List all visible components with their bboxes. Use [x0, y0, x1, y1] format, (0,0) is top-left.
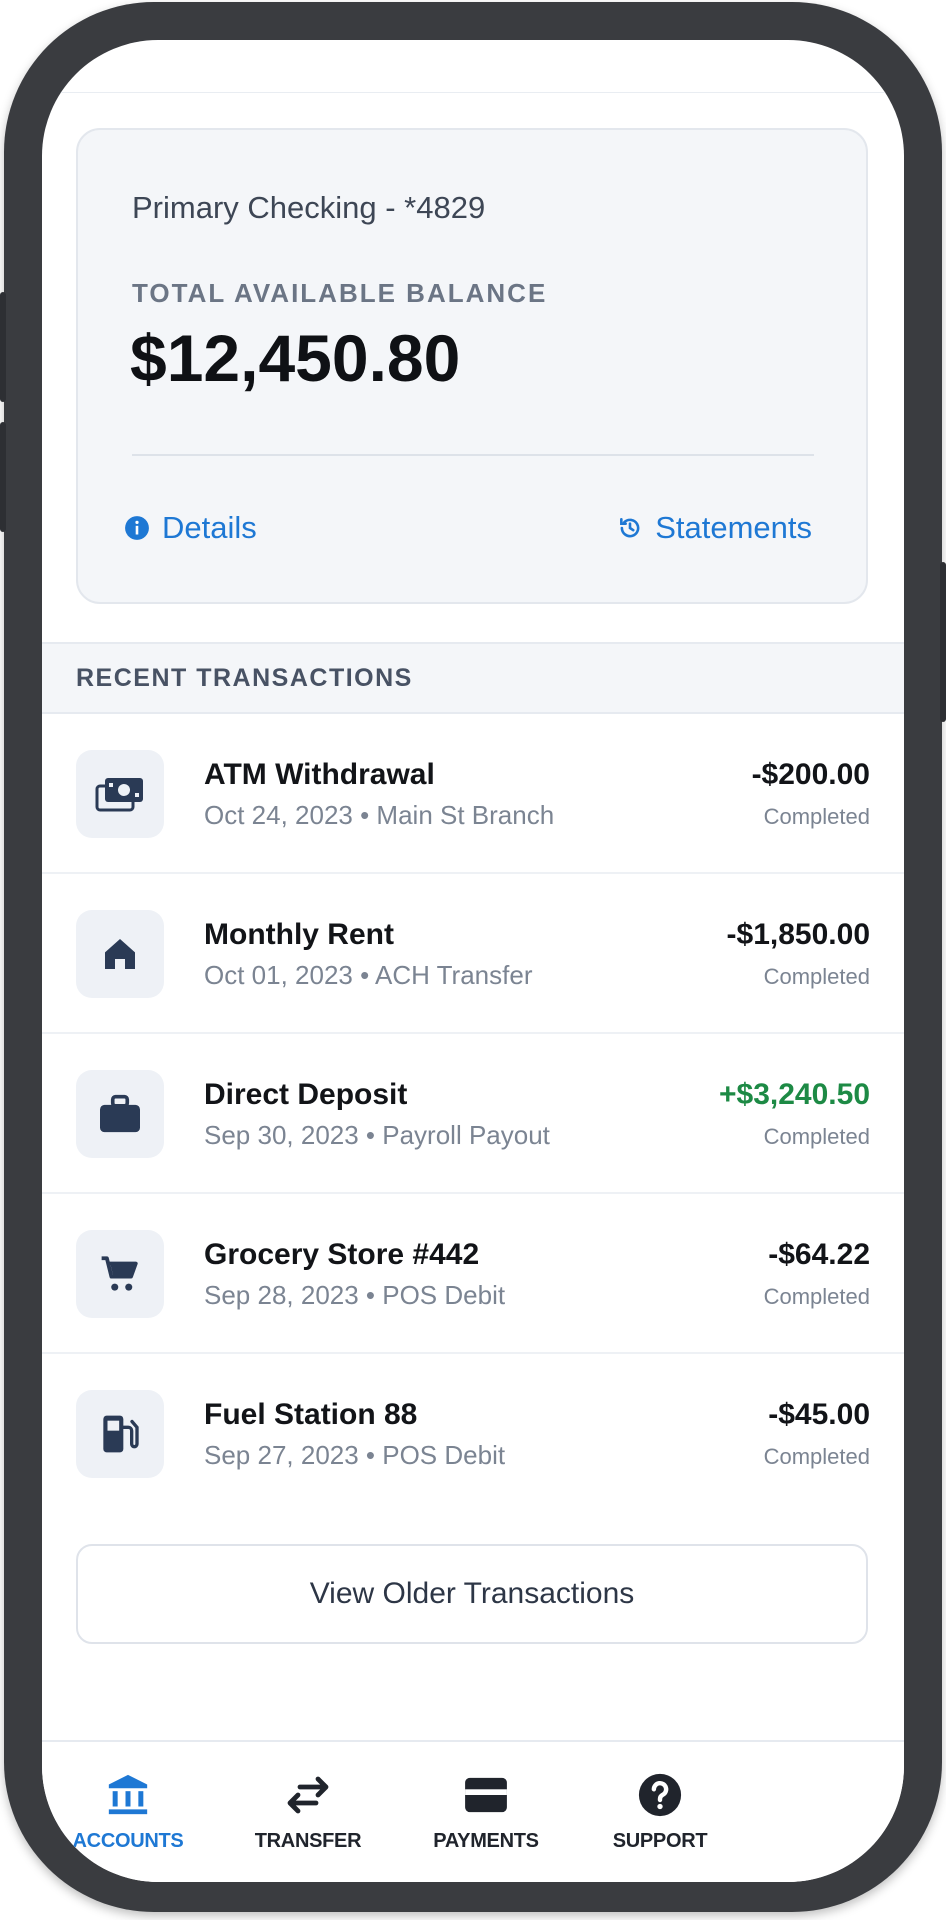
nav-transfer-label: TRANSFER [254, 1830, 362, 1852]
transaction-status: Completed [763, 1124, 870, 1149]
transaction-subtitle: Sep 28, 2023 • POS Debit [204, 1280, 506, 1310]
app-screen: Primary Checking - *4829 TOTAL AVAILABLE… [42, 40, 904, 1882]
power-button [940, 562, 946, 722]
phone-frame: Primary Checking - *4829 TOTAL AVAILABLE… [0, 2, 946, 1912]
cash-icon [76, 750, 164, 838]
transaction-subtitle: Oct 24, 2023 • Main St Branch [204, 800, 555, 830]
nav-accounts-label: ACCOUNTS [72, 1830, 184, 1852]
help-icon [580, 1770, 740, 1820]
transaction-title: Monthly Rent [204, 918, 394, 951]
account-name: Primary Checking - *4829 [132, 190, 486, 225]
cart-icon [76, 1230, 164, 1318]
transaction-amount: -$1,850.00 [726, 918, 870, 951]
recent-transactions-header: RECENT TRANSACTIONS [42, 642, 904, 714]
swap-arrows-icon [228, 1770, 388, 1820]
transaction-status: Completed [763, 1284, 870, 1309]
volume-down-button [0, 422, 6, 532]
transaction-title: Fuel Station 88 [204, 1398, 418, 1431]
transaction-title: Direct Deposit [204, 1078, 408, 1111]
transaction-status: Completed [763, 804, 870, 829]
transaction-amount: -$200.00 [751, 758, 870, 791]
transaction-status: Completed [763, 1444, 870, 1469]
briefcase-icon [76, 1070, 164, 1158]
transaction-row[interactable]: Grocery Store #442 Sep 28, 2023 • POS De… [42, 1194, 904, 1354]
transaction-amount: -$64.22 [768, 1238, 870, 1271]
home-icon [76, 910, 164, 998]
nav-payments[interactable]: PAYMENTS [406, 1770, 566, 1853]
nav-support[interactable]: SUPPORT [580, 1770, 740, 1853]
view-older-transactions-button[interactable]: View Older Transactions [76, 1544, 868, 1644]
transaction-subtitle: Sep 30, 2023 • Payroll Payout [204, 1120, 550, 1150]
transaction-title: ATM Withdrawal [204, 758, 435, 791]
statements-link[interactable]: Statements [617, 510, 812, 546]
nav-support-label: SUPPORT [612, 1830, 708, 1852]
card-divider [132, 454, 814, 456]
transaction-row[interactable]: Monthly Rent Oct 01, 2023 • ACH Transfer… [42, 874, 904, 1034]
nav-transfer[interactable]: TRANSFER [228, 1770, 388, 1853]
fuel-icon [76, 1390, 164, 1478]
transaction-amount: -$45.00 [768, 1398, 870, 1431]
bottom-nav: ACCOUNTS TRANSFER PAYMENTS SUPPORT [42, 1740, 904, 1882]
transaction-subtitle: Oct 01, 2023 • ACH Transfer [204, 960, 533, 990]
section-title: RECENT TRANSACTIONS [76, 664, 413, 692]
transaction-row[interactable]: Fuel Station 88 Sep 27, 2023 • POS Debit… [42, 1354, 904, 1514]
credit-card-icon [406, 1770, 566, 1820]
details-label: Details [162, 510, 257, 545]
transaction-amount: +$3,240.50 [719, 1078, 870, 1111]
balance-amount: $12,450.80 [130, 321, 461, 395]
history-icon [617, 515, 643, 541]
balance-card: Primary Checking - *4829 TOTAL AVAILABLE… [76, 128, 868, 604]
transaction-title: Grocery Store #442 [204, 1238, 480, 1271]
details-link[interactable]: Details [124, 510, 257, 546]
info-icon [124, 515, 150, 541]
nav-accounts[interactable]: ACCOUNTS [48, 1770, 208, 1853]
transaction-subtitle: Sep 27, 2023 • POS Debit [204, 1440, 506, 1470]
transaction-status: Completed [763, 964, 870, 989]
header-divider [42, 92, 904, 93]
transaction-row[interactable]: Direct Deposit Sep 30, 2023 • Payroll Pa… [42, 1034, 904, 1194]
bank-icon [48, 1770, 208, 1820]
nav-payments-label: PAYMENTS [433, 1830, 539, 1852]
statements-label: Statements [655, 510, 812, 545]
transaction-row[interactable]: ATM Withdrawal Oct 24, 2023 • Main St Br… [42, 714, 904, 874]
volume-up-button [0, 292, 6, 402]
balance-label: TOTAL AVAILABLE BALANCE [132, 278, 548, 308]
